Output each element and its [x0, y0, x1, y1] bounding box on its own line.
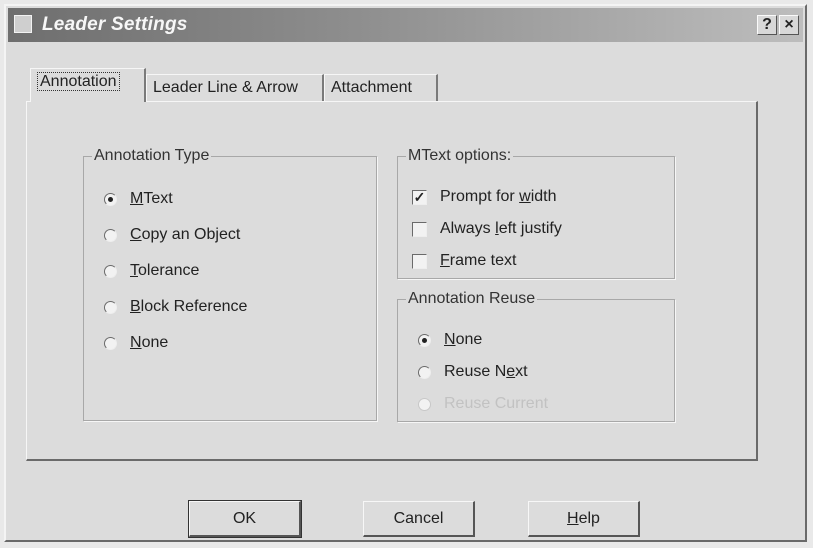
radio-reuse-next-label: Reuse Next: [444, 363, 528, 380]
radio-reuse-next-indicator[interactable]: [418, 365, 431, 379]
radio-tolerance[interactable]: Tolerance: [104, 259, 199, 283]
tab-attachment-label: Attachment: [331, 79, 412, 96]
help-button[interactable]: Help: [528, 501, 640, 537]
annotation-type-legend: Annotation Type: [94, 147, 210, 164]
checkbox-frame-text[interactable]: Frame text: [412, 249, 516, 273]
checkbox-prompt-for-width[interactable]: ✓ Prompt for width: [412, 185, 557, 209]
radio-mtext-indicator[interactable]: [104, 192, 117, 206]
radio-tolerance-indicator[interactable]: [104, 264, 117, 278]
radio-reuse-current-label: Reuse Current: [444, 395, 549, 412]
tab-leader-line-arrow[interactable]: Leader Line & Arrow: [146, 74, 324, 102]
checkbox-frame-text-label: Frame text: [440, 252, 517, 269]
checkbox-frame-text-box[interactable]: [412, 253, 427, 269]
checkbox-always-left-justify[interactable]: Always left justify: [412, 217, 562, 241]
radio-mtext-label: MText: [130, 190, 173, 207]
radio-block-reference-indicator[interactable]: [104, 300, 117, 314]
leader-settings-dialog: Leader Settings ? × Annotation Leader Li…: [4, 4, 807, 542]
radio-copy-an-object[interactable]: Copy an Object: [104, 223, 240, 247]
tab-panel-annotation: Annotation Type MText Copy an Object Tol…: [26, 101, 758, 461]
radio-tolerance-label: Tolerance: [130, 262, 200, 279]
close-button[interactable]: ×: [779, 15, 799, 35]
ok-button[interactable]: OK: [188, 500, 302, 538]
mtext-options-group: MText options: ✓ Prompt for width Always…: [397, 147, 675, 279]
radio-none-annotation[interactable]: None: [104, 331, 168, 355]
cancel-button[interactable]: Cancel: [363, 501, 475, 537]
window-title: Leader Settings: [42, 14, 188, 35]
checkbox-always-left-justify-label: Always left justify: [440, 220, 562, 237]
radio-mtext[interactable]: MText: [104, 187, 173, 211]
annotation-reuse-legend: Annotation Reuse: [408, 290, 536, 307]
radio-none-annotation-indicator[interactable]: [104, 336, 117, 350]
tab-annotation-label: Annotation: [37, 72, 120, 91]
checkbox-prompt-for-width-label: Prompt for width: [440, 188, 557, 205]
radio-reuse-current[interactable]: Reuse Current: [418, 392, 548, 416]
tab-leader-line-arrow-label: Leader Line & Arrow: [153, 79, 298, 96]
radio-reuse-next[interactable]: Reuse Next: [418, 360, 528, 384]
tab-attachment[interactable]: Attachment: [324, 74, 438, 102]
radio-reuse-none[interactable]: None: [418, 328, 482, 352]
radio-reuse-none-indicator[interactable]: [418, 333, 431, 347]
checkbox-prompt-for-width-box[interactable]: ✓: [412, 189, 427, 205]
help-title-button[interactable]: ?: [757, 15, 777, 35]
tab-annotation[interactable]: Annotation: [30, 68, 146, 102]
radio-copy-an-object-label: Copy an Object: [130, 226, 241, 243]
radio-block-reference-label: Block Reference: [130, 298, 248, 315]
app-icon: [14, 15, 32, 33]
mtext-options-legend: MText options:: [408, 147, 512, 164]
radio-reuse-current-indicator[interactable]: [418, 397, 431, 411]
title-bar[interactable]: Leader Settings ? ×: [8, 8, 803, 42]
checkbox-always-left-justify-box[interactable]: [412, 221, 427, 237]
radio-block-reference[interactable]: Block Reference: [104, 295, 247, 319]
radio-copy-an-object-indicator[interactable]: [104, 228, 117, 242]
radio-reuse-none-label: None: [444, 331, 483, 348]
radio-none-annotation-label: None: [130, 334, 169, 351]
annotation-type-group: Annotation Type MText Copy an Object Tol…: [83, 147, 377, 421]
annotation-reuse-group: Annotation Reuse None Reuse Next Reuse C…: [397, 290, 675, 422]
